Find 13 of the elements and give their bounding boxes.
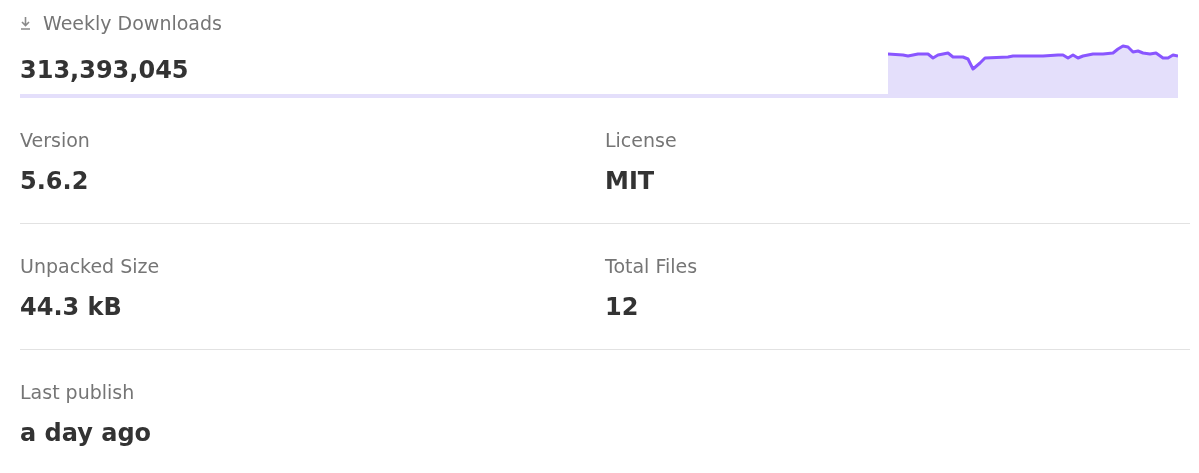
stat-value: a day ago [20, 418, 153, 449]
stat-value: MIT [605, 166, 656, 197]
stat-value: 12 [605, 292, 640, 323]
stat-label: Total Files [605, 254, 699, 279]
stat-value: 44.3 kB [20, 292, 123, 323]
stat-label: License [605, 128, 678, 153]
stat-value: 5.6.2 [20, 166, 90, 197]
stat-label: Last publish [20, 380, 136, 405]
weekly-downloads-label: Weekly Downloads [43, 11, 222, 36]
stat-label: Version [20, 128, 91, 153]
weekly-downloads-count: 313,393,045 [20, 55, 190, 86]
stat-label: Unpacked Size [20, 254, 161, 279]
download-icon [20, 16, 31, 30]
